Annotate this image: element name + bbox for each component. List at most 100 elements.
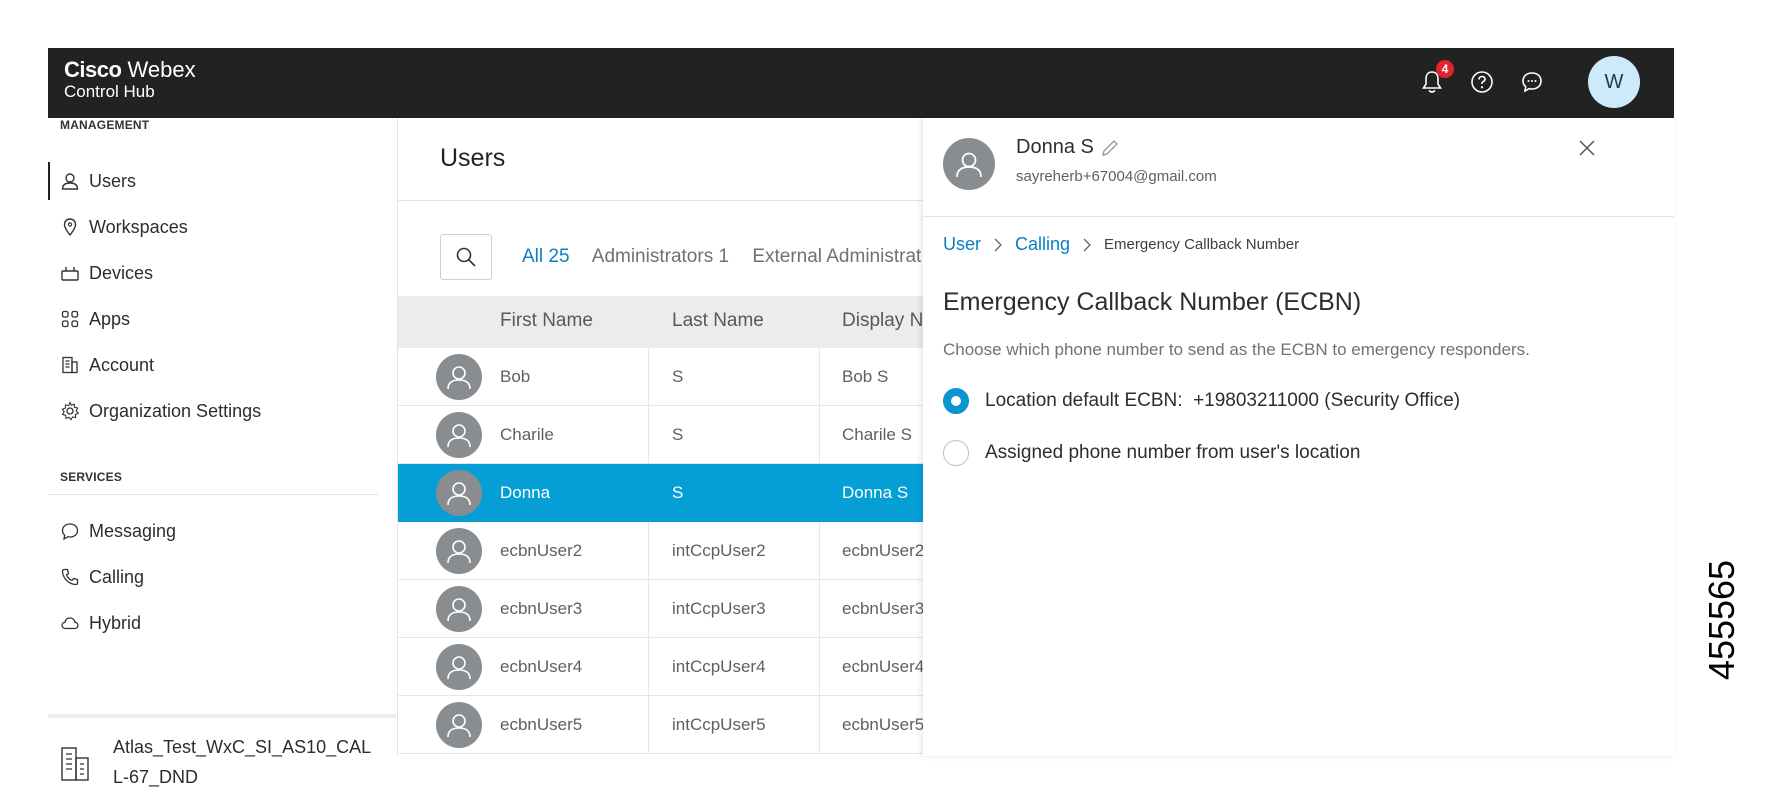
edit-pencil-icon[interactable]	[1100, 138, 1120, 158]
breadcrumb-calling[interactable]: Calling	[1015, 234, 1070, 255]
cell-last-name: intCcpUser3	[672, 599, 766, 618]
sidebar-item-messaging[interactable]: Messaging	[48, 512, 378, 550]
chat-button[interactable]	[1518, 68, 1546, 96]
chat-icon	[1522, 72, 1542, 93]
cell-display-name: Bob S	[842, 367, 889, 386]
organization-name: Atlas_Test_WxC_SI_AS10_CALL-67_DND	[113, 737, 372, 787]
radio-selected[interactable]	[943, 388, 969, 414]
cell-display-name: ecbnUser3	[842, 599, 925, 618]
user-avatar	[436, 412, 482, 458]
search-button[interactable]	[440, 234, 492, 280]
management-section-label: MANAGEMENT	[60, 118, 150, 132]
notifications-button[interactable]: 4	[1418, 60, 1454, 96]
breadcrumb-user[interactable]: User	[943, 234, 981, 255]
notification-badge: 4	[1436, 60, 1454, 78]
table-row[interactable]: ecbnUser2 intCcpUser2 ecbnUser2	[398, 522, 924, 580]
location-pin-icon	[63, 218, 77, 237]
person-icon	[447, 540, 471, 564]
top-actions: 4 W	[1418, 56, 1640, 108]
cell-last-name: intCcpUser5	[672, 715, 766, 734]
help-icon	[1471, 71, 1493, 93]
table-row[interactable]: Bob S Bob S	[398, 348, 924, 406]
sidebar-item-label: Organization Settings	[89, 400, 262, 421]
cloud-icon	[61, 617, 79, 630]
sidebar-item-label: Devices	[89, 262, 154, 283]
search-icon	[456, 247, 476, 267]
filter-all[interactable]: All 25	[522, 246, 570, 267]
table-row[interactable]: ecbnUser5 intCcpUser5 ecbnUser5	[398, 696, 924, 754]
filter-administrators[interactable]: Administrators 1	[592, 246, 729, 267]
cell-first-name: Charile	[500, 425, 554, 444]
person-icon	[447, 482, 471, 506]
users-header-divider	[398, 200, 924, 201]
cell-first-name: Donna	[500, 483, 551, 502]
table-row[interactable]: ecbnUser3 intCcpUser3 ecbnUser3	[398, 580, 924, 638]
gear-icon	[61, 401, 80, 421]
table-row-selected[interactable]: Donna S Donna S	[398, 464, 924, 522]
product-name: Control Hub	[64, 82, 155, 102]
section-description: Choose which phone number to send as the…	[943, 340, 1530, 359]
brand-webex: Webex	[127, 57, 196, 82]
option-label: Assigned phone number from user's locati…	[985, 442, 1361, 463]
cell-display-name: ecbnUser5	[842, 715, 925, 734]
apps-grid-icon	[61, 310, 79, 328]
cell-last-name: S	[672, 425, 684, 444]
user-avatar-button[interactable]: W	[1588, 56, 1640, 108]
column-first-name[interactable]: First Name	[500, 310, 593, 332]
sidebar-item-users[interactable]: Users	[48, 162, 378, 200]
cell-display-name: ecbnUser2	[842, 541, 925, 560]
cell-display-name: ecbnUser4	[842, 657, 925, 676]
column-last-name[interactable]: Last Name	[672, 310, 764, 332]
option-label: Location default ECBN: +19803211000 (Sec…	[985, 390, 1461, 411]
cell-display-name: Charile S	[842, 425, 912, 444]
users-panel: Users All 25 Administrators 1 External A…	[397, 118, 934, 756]
user-avatar	[436, 586, 482, 632]
cell-first-name: ecbnUser3	[500, 599, 583, 618]
sidebar-item-label: Calling	[89, 566, 145, 587]
table-row[interactable]: Charile S Charile S	[398, 406, 924, 464]
cell-last-name: intCcpUser4	[672, 657, 766, 676]
column-display-name[interactable]: Display Na	[842, 310, 934, 332]
radio-unselected[interactable]	[943, 440, 969, 466]
help-button[interactable]	[1468, 68, 1496, 96]
person-icon	[447, 424, 471, 448]
page-title: Users	[440, 144, 506, 172]
sidebar-item-organization-settings[interactable]: Organization Settings	[48, 392, 378, 430]
brand-logo[interactable]: Cisco Webex Control Hub	[64, 57, 196, 102]
phone-icon	[61, 568, 79, 586]
ecbn-option-location-default[interactable]: Location default ECBN: +19803211000 (Sec…	[943, 388, 1460, 414]
user-avatar	[436, 644, 482, 690]
organization-switcher[interactable]: Atlas_Test_WxC_SI_AS10_CALL-67_DND	[48, 714, 396, 796]
breadcrumb: User Calling Emergency Callback Number	[943, 234, 1299, 255]
close-icon[interactable]	[1575, 136, 1599, 160]
sidebar-item-calling[interactable]: Calling	[48, 558, 378, 596]
sidebar-item-apps[interactable]: Apps	[48, 300, 378, 338]
services-section-label: SERVICES	[60, 470, 123, 484]
person-icon	[447, 656, 471, 680]
user-avatar	[436, 528, 482, 574]
sidebar-item-label: Users	[89, 170, 137, 191]
person-icon	[447, 366, 471, 390]
cell-first-name: ecbnUser5	[500, 715, 583, 734]
sidebar-item-label: Hybrid	[89, 612, 142, 633]
cell-last-name: intCcpUser2	[672, 541, 766, 560]
user-avatar	[436, 702, 482, 748]
filter-external-administrators[interactable]: External Administrators	[752, 246, 922, 267]
figure-id: 455565	[1692, 520, 1752, 720]
user-filter-tabs: All 25 Administrators 1 External Adminis…	[522, 246, 922, 268]
building-icon	[61, 747, 89, 781]
sidebar-item-label: Account	[89, 354, 155, 375]
sidebar-item-label: Messaging	[89, 520, 177, 541]
message-bubble-icon	[61, 523, 79, 541]
chevron-right-icon	[994, 238, 1002, 251]
cell-first-name: Bob	[500, 367, 531, 386]
control-hub-window: Cisco Webex Control Hub 4 W MANAGEMENT U…	[48, 48, 1674, 796]
sidebar-item-hybrid[interactable]: Hybrid	[48, 604, 378, 642]
table-row[interactable]: ecbnUser4 intCcpUser4 ecbnUser4	[398, 638, 924, 696]
ecbn-option-assigned-number[interactable]: Assigned phone number from user's locati…	[943, 440, 1360, 466]
device-icon	[61, 267, 79, 281]
sidebar-item-devices[interactable]: Devices	[48, 254, 378, 292]
sidebar-item-account[interactable]: Account	[48, 346, 378, 384]
sidebar-item-workspaces[interactable]: Workspaces	[48, 208, 378, 246]
detail-user-name-text: Donna S	[1016, 136, 1094, 158]
